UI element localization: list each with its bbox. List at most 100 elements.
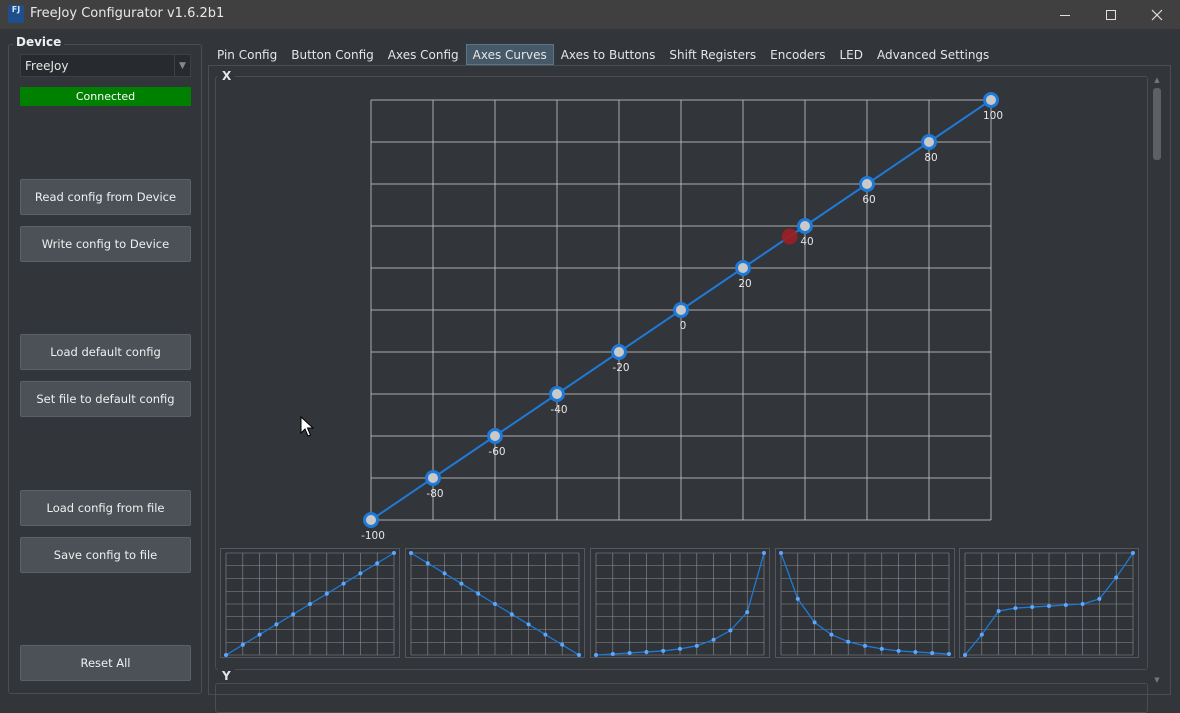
scroll-up-icon[interactable]: ▲ bbox=[1151, 76, 1163, 86]
device-group-label: Device bbox=[13, 35, 65, 49]
preset-curve-point bbox=[341, 581, 346, 586]
curve-chart[interactable]: -100 -80 -60 -40 -20 0 20 40 60 80 100 bbox=[350, 85, 1020, 547]
load-config-file-button[interactable]: Load config from file bbox=[20, 490, 191, 526]
curve-point[interactable] bbox=[425, 470, 441, 486]
curve-point[interactable] bbox=[921, 134, 937, 150]
y-axis-label: Y bbox=[218, 669, 235, 683]
preset-curve-point bbox=[1131, 551, 1135, 555]
preset-curve-point bbox=[324, 591, 329, 596]
curve-point[interactable] bbox=[611, 344, 627, 360]
preset-curve-point bbox=[459, 581, 464, 586]
preset-inverted-chart bbox=[409, 551, 581, 657]
preset-curve-point bbox=[728, 628, 733, 633]
curve-point-label: 60 bbox=[862, 194, 875, 206]
chevron-down-icon[interactable]: ▼ bbox=[174, 55, 190, 76]
curve-point[interactable] bbox=[797, 218, 813, 234]
save-config-file-button[interactable]: Save config to file bbox=[20, 537, 191, 573]
curve-point-label: -80 bbox=[426, 488, 443, 500]
reset-all-button[interactable]: Reset All bbox=[20, 645, 191, 681]
curve-point[interactable] bbox=[549, 386, 565, 402]
preset-curve-point bbox=[644, 649, 649, 654]
preset-curve-point bbox=[913, 649, 918, 654]
curve-point[interactable] bbox=[735, 260, 751, 276]
read-config-button[interactable]: Read config from Device bbox=[20, 179, 191, 215]
app-logo-icon: FJ bbox=[8, 5, 24, 23]
preset-curve-point bbox=[476, 591, 481, 596]
load-default-config-button[interactable]: Load default config bbox=[20, 334, 191, 370]
set-file-default-button[interactable]: Set file to default config bbox=[20, 381, 191, 417]
preset-curve-point bbox=[240, 642, 245, 647]
preset-exponential-button[interactable] bbox=[590, 548, 770, 658]
preset-curve-point bbox=[930, 650, 935, 655]
curve-point-label: -40 bbox=[550, 404, 567, 416]
curve-point-label: 40 bbox=[800, 236, 813, 248]
device-select[interactable]: FreeJoy ▼ bbox=[20, 54, 191, 77]
tab-button-config[interactable]: Button Config bbox=[284, 44, 381, 65]
scroll-down-icon[interactable]: ▼ bbox=[1151, 676, 1163, 686]
curve-point-label: 100 bbox=[983, 110, 1003, 122]
preset-curve-point bbox=[896, 648, 901, 653]
scrollbar-thumb[interactable] bbox=[1153, 88, 1161, 160]
tab-axes-curves[interactable]: Axes Curves bbox=[465, 44, 554, 65]
preset-curve-point bbox=[274, 622, 279, 627]
write-config-button[interactable]: Write config to Device bbox=[20, 226, 191, 262]
preset-curve-point bbox=[1013, 606, 1018, 611]
preset-curve-point bbox=[1030, 605, 1035, 610]
preset-curve-point bbox=[879, 646, 884, 651]
tab-encoders[interactable]: Encoders bbox=[763, 44, 832, 65]
preset-curve-point bbox=[442, 571, 447, 576]
preset-curve-point bbox=[409, 551, 413, 555]
preset-inverted-exponential-button[interactable] bbox=[775, 548, 955, 658]
preset-curve-point bbox=[963, 653, 967, 657]
preset-curve-point bbox=[745, 610, 750, 615]
tab-led[interactable]: LED bbox=[832, 44, 870, 65]
maximize-button[interactable] bbox=[1088, 0, 1134, 29]
minimize-icon bbox=[1060, 14, 1070, 16]
preset-curve-point bbox=[846, 639, 851, 644]
preset-curve-point bbox=[863, 643, 867, 648]
minimize-button[interactable] bbox=[1042, 0, 1088, 29]
curve-point[interactable] bbox=[859, 176, 875, 192]
x-axis-label: X bbox=[218, 69, 236, 83]
preset-linear-button[interactable] bbox=[220, 548, 400, 658]
preset-grid bbox=[780, 552, 950, 656]
preset-curve-point bbox=[829, 632, 834, 637]
preset-curve-point bbox=[594, 653, 598, 657]
curve-point[interactable] bbox=[363, 512, 379, 528]
preset-curve-point bbox=[812, 620, 817, 625]
vertical-scrollbar[interactable]: ▲ ▼ bbox=[1151, 76, 1163, 686]
tab-pin-config[interactable]: Pin Config bbox=[210, 44, 284, 65]
preset-inverted-button[interactable] bbox=[405, 548, 585, 658]
preset-curve-point bbox=[560, 642, 565, 647]
preset-curve-point bbox=[577, 653, 581, 657]
preset-curve-point bbox=[1097, 596, 1102, 601]
preset-curve-point bbox=[1080, 602, 1085, 606]
preset-curve-point bbox=[1047, 604, 1051, 609]
preset-curve-point bbox=[291, 612, 296, 617]
preset-s-curve-button[interactable] bbox=[959, 548, 1139, 658]
maximize-icon bbox=[1106, 9, 1116, 20]
close-button[interactable] bbox=[1134, 0, 1180, 29]
window-title: FreeJoy Configurator v1.6.2b1 bbox=[30, 6, 225, 21]
y-axis-group bbox=[215, 683, 1148, 713]
curve-point[interactable] bbox=[673, 302, 689, 318]
tab-axes-config[interactable]: Axes Config bbox=[381, 44, 466, 65]
tab-shift-registers[interactable]: Shift Registers bbox=[662, 44, 763, 65]
tab-axes-to-buttons[interactable]: Axes to Buttons bbox=[554, 44, 663, 65]
preset-curve-point bbox=[224, 653, 228, 657]
curve-point-label: 20 bbox=[738, 278, 751, 290]
preset-curve-point bbox=[762, 551, 766, 555]
preset-curve-point bbox=[979, 632, 984, 637]
close-icon bbox=[1151, 9, 1163, 20]
curve-point[interactable] bbox=[487, 428, 503, 444]
preset-grid bbox=[595, 552, 765, 656]
current-position-marker bbox=[781, 228, 798, 245]
curve-point-label: 80 bbox=[924, 152, 937, 164]
title-bar: FJ FreeJoy Configurator v1.6.2b1 bbox=[0, 0, 1180, 29]
preset-curve-point bbox=[509, 612, 514, 617]
tab-advanced-settings[interactable]: Advanced Settings bbox=[870, 44, 996, 65]
preset-curve-point bbox=[661, 648, 666, 653]
preset-curve-point bbox=[257, 632, 262, 637]
curve-point[interactable] bbox=[983, 92, 999, 108]
preset-linear-chart bbox=[224, 551, 396, 657]
